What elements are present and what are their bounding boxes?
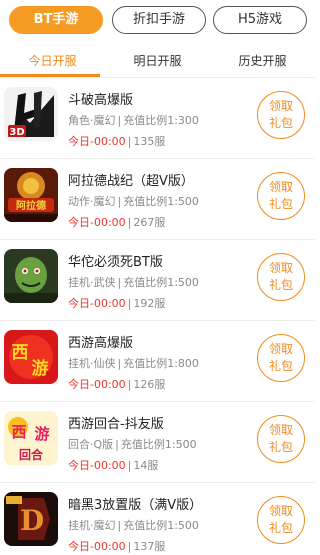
claim-gift-button[interactable]: 领取 礼包 bbox=[257, 91, 305, 139]
tab-tomorrow-servers[interactable]: 明日开服 bbox=[105, 44, 210, 78]
svg-text:3D: 3D bbox=[9, 127, 24, 138]
game-row[interactable]: D 暗黑3放置版（满V版） 挂机·魔幻 | 充值比例1:500 今日-00:00 | 1… bbox=[0, 484, 315, 555]
tab-discount-games[interactable]: 折扣手游 bbox=[112, 6, 206, 34]
game-list: 3D 斗破高爆版 角色·魔幻 | 充值比例1:300 今日-00:00 | 135服 领… bbox=[0, 79, 315, 555]
tab-history-servers[interactable]: 历史开服 bbox=[210, 44, 315, 78]
game-title: 西游回合-抖友版 bbox=[68, 417, 164, 432]
game-row[interactable]: 西 游 西游高爆版 挂机·仙侠 | 充值比例1:800 今日-00:00 | 126服 … bbox=[0, 322, 315, 402]
claim-gift-button[interactable]: 领取 礼包 bbox=[257, 253, 305, 301]
game-row[interactable]: 阿拉德 阿拉德战纪（超V版） 动作·魔幻 | 充值比例1:500 今日-00:00 |… bbox=[0, 160, 315, 240]
xiyou-icon: 西 游 bbox=[4, 330, 58, 384]
claim-gift-button[interactable]: 领取 礼包 bbox=[257, 334, 305, 382]
game-row[interactable]: 3D 斗破高爆版 角色·魔幻 | 充值比例1:300 今日-00:00 | 135服 领… bbox=[0, 79, 315, 159]
server-date-tabs: 今日开服 明日开服 历史开服 bbox=[0, 44, 315, 78]
claim-gift-button[interactable]: 领取 礼包 bbox=[257, 415, 305, 463]
game-open-time: 今日-00:00 | 14服 bbox=[68, 459, 159, 472]
game-meta: 角色·魔幻 | 充值比例1:300 bbox=[68, 114, 199, 127]
game-meta: 挂机·仙侠 | 充值比例1:800 bbox=[68, 357, 199, 370]
doupo-icon: 3D bbox=[4, 87, 58, 141]
game-open-time: 今日-00:00 | 192服 bbox=[68, 297, 166, 310]
svg-text:阿拉德: 阿拉德 bbox=[16, 199, 46, 212]
svg-text:西: 西 bbox=[11, 423, 26, 441]
game-open-time: 今日-00:00 | 137服 bbox=[68, 540, 166, 553]
game-meta: 动作·魔幻 | 充值比例1:500 bbox=[68, 195, 199, 208]
claim-gift-button[interactable]: 领取 礼包 bbox=[257, 496, 305, 544]
svg-text:游: 游 bbox=[34, 425, 49, 443]
game-open-time: 今日-00:00 | 135服 bbox=[68, 135, 166, 148]
game-title: 华佗必须死BT版 bbox=[68, 255, 163, 270]
svg-text:D: D bbox=[20, 504, 44, 537]
top-tab-bar: BT手游 折扣手游 H5游戏 bbox=[0, 6, 315, 36]
anhei-icon: D bbox=[4, 492, 58, 546]
game-title: 斗破高爆版 bbox=[68, 93, 134, 108]
game-row[interactable]: 西 游 回合 西游回合-抖友版 回合·Q版 | 充值比例1:500 今日-00:00… bbox=[0, 403, 315, 483]
active-tab-indicator bbox=[0, 74, 100, 77]
game-title: 暗黑3放置版（满V版） bbox=[68, 498, 203, 513]
game-row[interactable]: 华佗必须死BT版 挂机·武侠 | 充值比例1:500 今日-00:00 | 192服 领… bbox=[0, 241, 315, 321]
svg-text:回合: 回合 bbox=[19, 447, 44, 462]
game-meta: 回合·Q版 | 充值比例1:500 bbox=[68, 438, 197, 451]
huatuo-icon bbox=[4, 249, 58, 303]
game-open-time: 今日-00:00 | 267服 bbox=[68, 216, 166, 229]
xiyou-huihe-icon: 西 游 回合 bbox=[4, 411, 58, 465]
svg-text:游: 游 bbox=[32, 358, 49, 379]
game-open-time: 今日-00:00 | 126服 bbox=[68, 378, 166, 391]
tab-bt-games[interactable]: BT手游 bbox=[9, 6, 103, 34]
claim-gift-button[interactable]: 领取 礼包 bbox=[257, 172, 305, 220]
game-title: 阿拉德战纪（超V版） bbox=[68, 174, 194, 189]
alade-icon: 阿拉德 bbox=[4, 168, 58, 222]
tab-h5-games[interactable]: H5游戏 bbox=[213, 6, 307, 34]
svg-text:西: 西 bbox=[12, 343, 29, 363]
game-meta: 挂机·魔幻 | 充值比例1:500 bbox=[68, 519, 199, 532]
game-title: 西游高爆版 bbox=[68, 336, 134, 351]
tab-today-servers[interactable]: 今日开服 bbox=[0, 44, 105, 78]
game-meta: 挂机·武侠 | 充值比例1:500 bbox=[68, 276, 199, 289]
